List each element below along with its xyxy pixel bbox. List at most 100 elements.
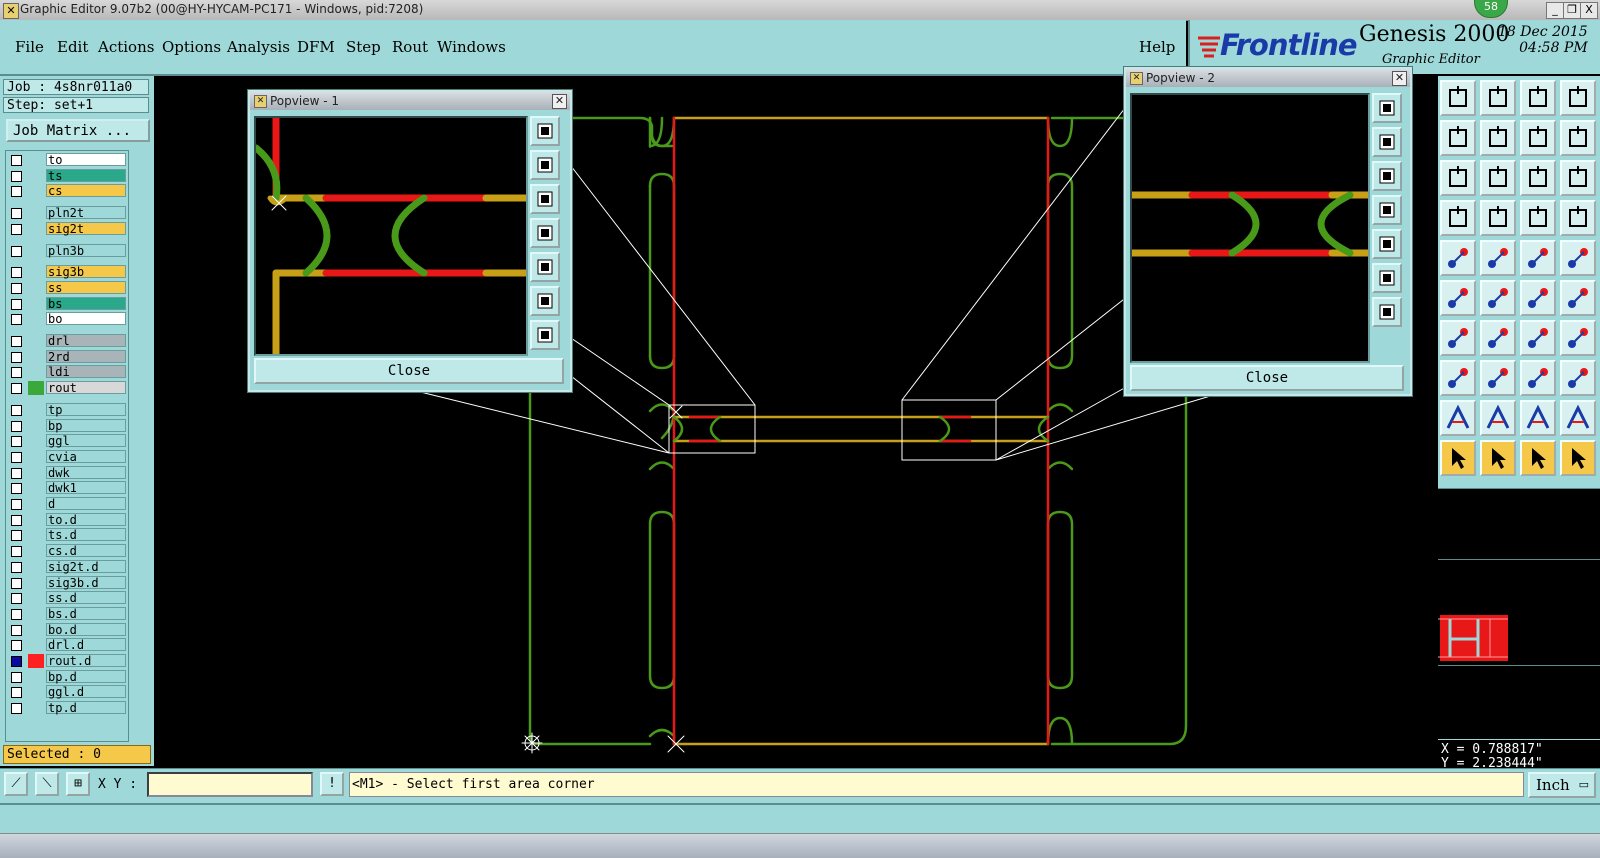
layer-name[interactable]: pln2t	[46, 206, 126, 220]
popview-1-window[interactable]: ✕ Popview - 1 ✕ Close	[247, 89, 573, 393]
ruler-icon[interactable]	[1520, 240, 1556, 276]
layer-checkbox[interactable]	[11, 420, 22, 432]
layer-row[interactable]: tp.d	[6, 701, 128, 715]
menu-analysis[interactable]: Analysis	[227, 38, 290, 56]
layer-name[interactable]: 2rd	[46, 349, 126, 363]
pan-right-icon[interactable]	[1480, 120, 1516, 156]
pan-left-icon[interactable]	[1372, 195, 1402, 225]
circle-icon[interactable]	[1560, 240, 1596, 276]
layer-row[interactable]: pln3b	[6, 243, 128, 258]
triangle-a-icon[interactable]	[1440, 400, 1476, 436]
layer-row[interactable]: rout.d	[6, 654, 128, 668]
layer-name[interactable]: dwk	[46, 465, 126, 479]
connect-icon[interactable]	[1440, 280, 1476, 316]
layer-checkbox[interactable]	[11, 624, 22, 636]
pad-add-icon[interactable]	[1440, 240, 1476, 276]
layer-checkbox[interactable]	[11, 451, 22, 463]
layer-checkbox[interactable]	[11, 640, 22, 652]
layer-row[interactable]: bs	[6, 296, 128, 311]
layer-name[interactable]: sig3b.d	[46, 575, 126, 589]
fit-all-icon[interactable]	[1480, 160, 1516, 196]
layer-name[interactable]: bp.d	[46, 669, 126, 683]
menu-help[interactable]: Help	[1139, 38, 1175, 56]
layer-row[interactable]: dwk1	[6, 481, 128, 495]
layer-checkbox[interactable]	[11, 404, 22, 416]
layer-checkbox[interactable]	[11, 336, 22, 347]
layer-checkbox[interactable]	[11, 671, 22, 683]
alert-icon[interactable]: !	[320, 772, 344, 796]
layer-row[interactable]: dwk	[6, 465, 128, 480]
layer-name[interactable]: bo	[46, 312, 126, 326]
minimize-button[interactable]: _	[1546, 2, 1564, 19]
layer-row[interactable]: bo.d	[6, 622, 128, 637]
line-point-icon[interactable]	[1520, 280, 1556, 316]
layer-checkbox[interactable]	[11, 608, 22, 620]
layer-checkbox[interactable]	[11, 483, 22, 495]
pan-right-icon[interactable]	[530, 252, 560, 282]
layer-row[interactable]: ggl.d	[6, 685, 128, 699]
layer-color-swatch[interactable]	[28, 638, 44, 652]
text-ff-icon[interactable]	[1560, 320, 1596, 356]
layer-row[interactable]: ss.d	[6, 591, 128, 605]
grid-icon[interactable]	[1480, 200, 1516, 236]
layer-color-swatch[interactable]	[28, 513, 44, 527]
layer-color-swatch[interactable]	[28, 450, 44, 464]
layer-row[interactable]: bs.d	[6, 606, 128, 621]
pan-left-icon[interactable]	[530, 218, 560, 248]
menu-rout[interactable]: Rout	[392, 38, 428, 56]
layer-checkbox[interactable]	[11, 383, 22, 395]
zoom-out-icon[interactable]	[1372, 297, 1402, 327]
zoom-in-icon[interactable]	[530, 286, 560, 316]
layer-color-swatch[interactable]	[28, 244, 44, 258]
layer-row[interactable]: d	[6, 497, 128, 511]
close-button[interactable]: X	[1580, 2, 1598, 19]
layer-row[interactable]: ts.d	[6, 528, 128, 542]
layer-name[interactable]: bs.d	[46, 606, 126, 620]
layer-row[interactable]: rout	[6, 381, 128, 396]
layer-name[interactable]: ldi	[46, 365, 126, 379]
popview-2-title[interactable]: ✕ Popview - 2 ✕	[1126, 69, 1410, 87]
maximize-button[interactable]: ❐	[1563, 2, 1581, 19]
layer-color-swatch[interactable]	[28, 281, 44, 295]
layer-name[interactable]: bo.d	[46, 622, 126, 636]
layer-color-swatch[interactable]	[28, 528, 44, 542]
popview-2-window[interactable]: ✕ Popview - 2 ✕ Close	[1123, 66, 1413, 397]
zoom-in-icon[interactable]	[1372, 263, 1402, 293]
menu-step[interactable]: Step	[346, 38, 381, 56]
menu-options[interactable]: Options	[162, 38, 221, 56]
layer-row[interactable]: drl.d	[6, 638, 128, 652]
select-net-icon[interactable]	[1560, 440, 1596, 476]
layer-name[interactable]: cs.d	[46, 544, 126, 558]
layer-name[interactable]: rout	[46, 381, 126, 395]
layer-color-swatch[interactable]	[28, 654, 44, 668]
layer-checkbox[interactable]	[11, 703, 22, 715]
units-select[interactable]: Inch ▭	[1528, 772, 1596, 798]
layer-color-swatch[interactable]	[28, 434, 44, 448]
layer-color-swatch[interactable]	[28, 607, 44, 621]
menu-actions[interactable]: Actions	[98, 38, 154, 56]
popview-1-title[interactable]: ✕ Popview - 1 ✕	[250, 92, 570, 110]
layer-color-swatch[interactable]	[28, 312, 44, 326]
layer-checkbox[interactable]	[11, 561, 22, 573]
layer-row[interactable]: bo	[6, 312, 128, 326]
layer-name[interactable]: dwk1	[46, 481, 126, 495]
pan-down-icon[interactable]	[530, 184, 560, 214]
layer-checkbox[interactable]	[11, 577, 22, 589]
layer-color-swatch[interactable]	[28, 365, 44, 379]
layer-checkbox[interactable]	[11, 593, 22, 605]
layer-checkbox[interactable]	[11, 155, 22, 166]
measure-icon[interactable]: ⟋	[4, 772, 28, 796]
polygon-icon[interactable]	[1480, 240, 1516, 276]
layer-row[interactable]: drl	[6, 334, 128, 348]
layer-checkbox[interactable]	[11, 186, 22, 198]
zoom-home-icon[interactable]	[1372, 93, 1402, 123]
home-icon[interactable]	[1520, 80, 1556, 116]
layer-row[interactable]: cs.d	[6, 544, 128, 558]
layer-name[interactable]: ggl	[46, 434, 126, 448]
layer-color-swatch[interactable]	[28, 544, 44, 558]
pan-up-icon[interactable]	[1372, 127, 1402, 157]
layer-color-swatch[interactable]	[28, 350, 44, 364]
layer-color-swatch[interactable]	[28, 591, 44, 605]
resize-icon[interactable]	[1520, 360, 1556, 396]
popview-1-close-icon[interactable]: ✕	[552, 94, 567, 109]
